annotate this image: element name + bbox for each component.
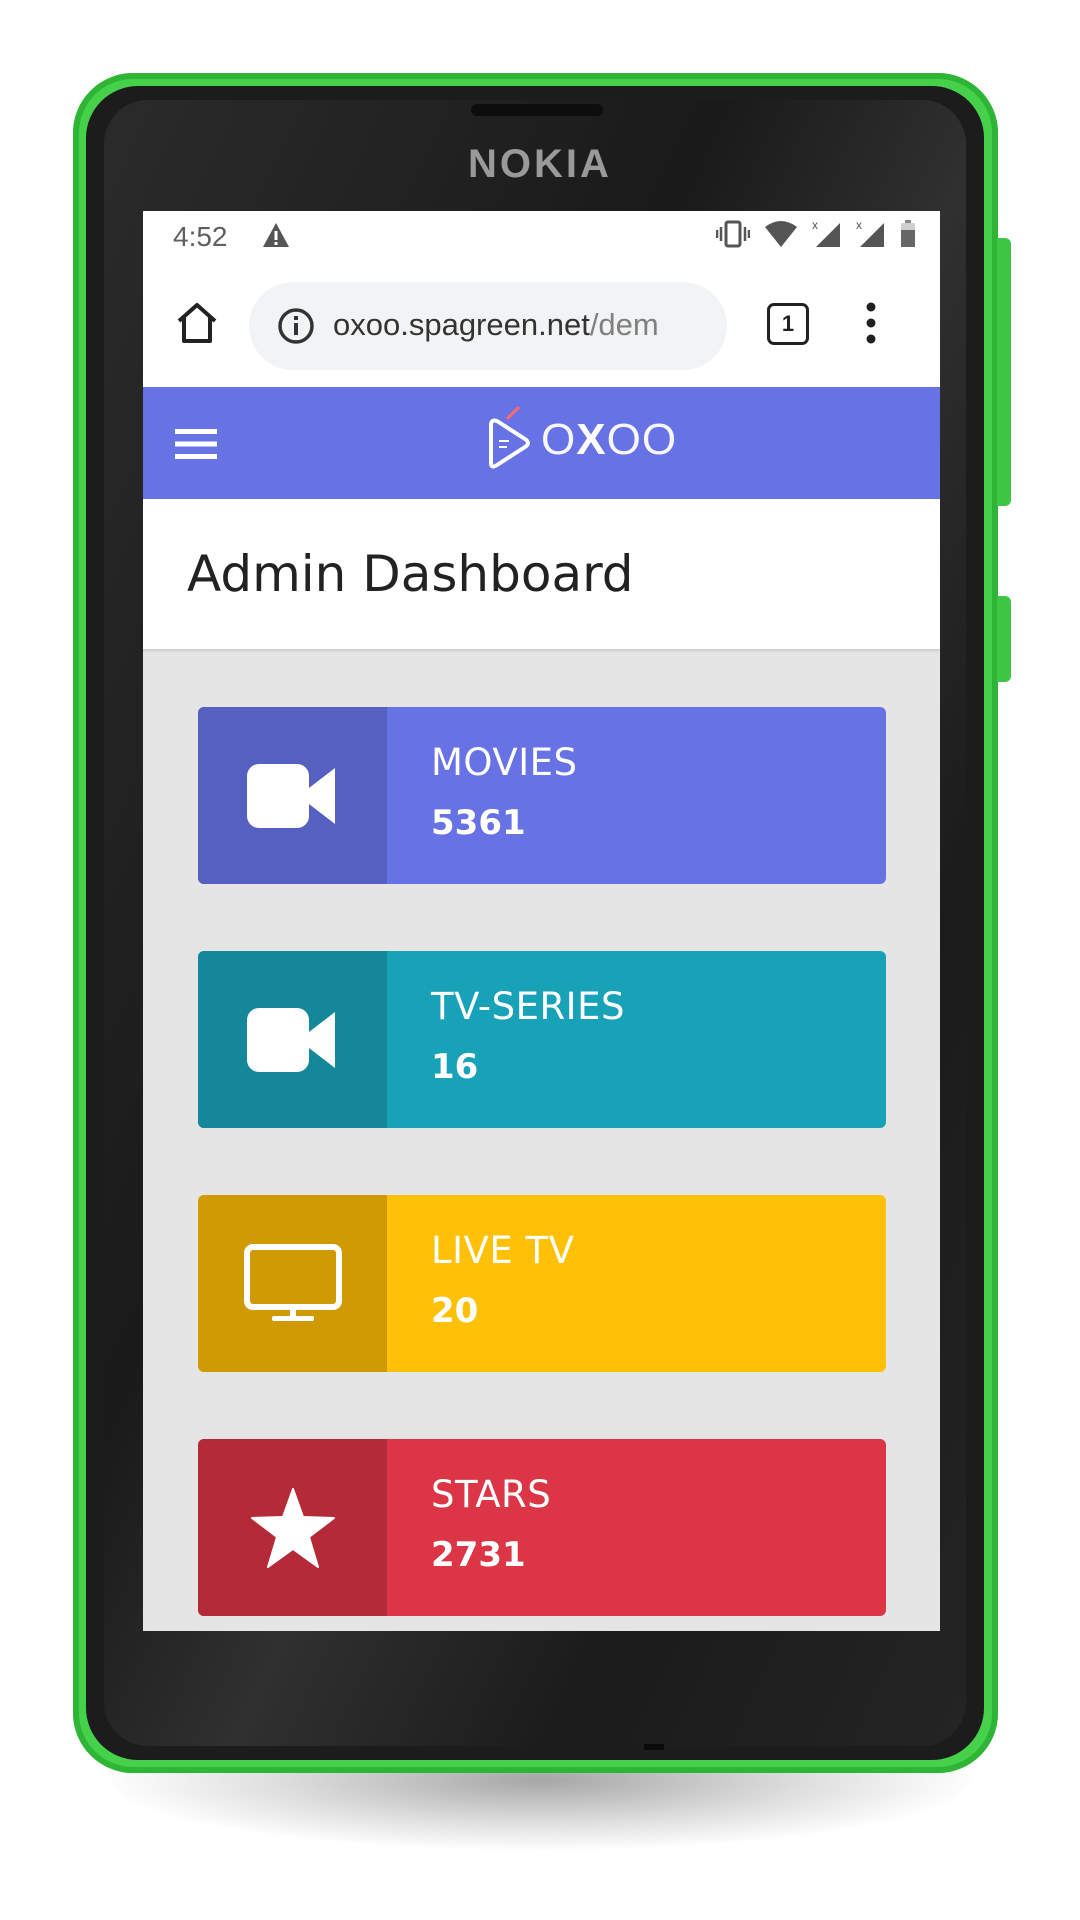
tv-series-card[interactable]: TV-SERIES 16 <box>198 951 886 1128</box>
card-icon-box <box>198 1439 387 1616</box>
url-path: /dem <box>589 307 659 342</box>
card-body: MOVIES 5361 <box>387 707 886 884</box>
signal-icon: x <box>856 218 886 254</box>
card-value: 16 <box>431 1047 479 1087</box>
signal-icon: x <box>812 218 842 254</box>
star-icon <box>250 1487 335 1568</box>
app-header: OXOO <box>143 387 940 499</box>
stars-card[interactable]: STARS 2731 <box>198 1439 886 1616</box>
live-tv-card[interactable]: LIVE TV 20 <box>198 1195 886 1372</box>
page-header: Admin Dashboard <box>143 499 940 649</box>
svg-text:x: x <box>812 219 818 232</box>
earpiece-speaker <box>471 104 603 116</box>
card-icon-box <box>198 951 387 1128</box>
status-time: 4:52 <box>173 221 228 252</box>
logo-text: OXOO <box>541 415 678 464</box>
card-body: TV-SERIES 16 <box>387 951 886 1128</box>
url-domain: oxoo.spagreen.net <box>333 307 590 342</box>
url-text: oxoo.spagreen.net/dem <box>333 307 659 343</box>
card-value: 5361 <box>431 803 526 843</box>
card-label: MOVIES <box>431 741 578 784</box>
app-logo[interactable]: OXOO <box>481 405 677 475</box>
status-bar: 4:52 x x <box>143 211 940 265</box>
more-menu-icon[interactable] <box>861 299 881 347</box>
home-icon[interactable] <box>173 299 221 347</box>
phone-screen: 4:52 x x oxoo.spagreen.net/dem 1 OXOO Ad… <box>143 211 940 1631</box>
menu-icon[interactable] <box>175 427 217 461</box>
card-icon-box <box>198 1195 387 1372</box>
address-bar[interactable]: oxoo.spagreen.net/dem <box>249 282 727 370</box>
vibrate-icon <box>715 219 751 254</box>
card-label: STARS <box>431 1473 552 1516</box>
mic-slot <box>644 1744 664 1750</box>
card-body: STARS 2731 <box>387 1439 886 1616</box>
info-icon[interactable] <box>277 307 315 345</box>
card-value: 2731 <box>431 1535 526 1575</box>
browser-toolbar: oxoo.spagreen.net/dem 1 <box>143 265 940 387</box>
movies-card[interactable]: MOVIES 5361 <box>198 707 886 884</box>
warning-icon <box>261 221 291 254</box>
card-value: 20 <box>431 1291 479 1331</box>
power-button <box>997 596 1011 682</box>
card-label: LIVE TV <box>431 1229 575 1272</box>
battery-icon <box>900 220 916 253</box>
card-label: TV-SERIES <box>431 985 625 1028</box>
card-icon-box <box>198 707 387 884</box>
card-body: LIVE TV 20 <box>387 1195 886 1372</box>
stats-card-list: MOVIES 5361 TV-SERIES 16 LIVE TV 20 STAR… <box>198 707 886 1631</box>
brand-logo: NOKIA <box>468 142 612 186</box>
monitor-icon <box>243 1243 342 1321</box>
svg-text:x: x <box>856 219 862 232</box>
page-title: Admin Dashboard <box>187 545 634 603</box>
video-camera-icon <box>246 763 335 828</box>
volume-button <box>997 238 1011 506</box>
video-camera-icon <box>246 1007 335 1072</box>
tab-switcher-button[interactable]: 1 <box>767 303 809 345</box>
wifi-icon <box>764 220 798 253</box>
play-logo-icon <box>489 405 530 469</box>
